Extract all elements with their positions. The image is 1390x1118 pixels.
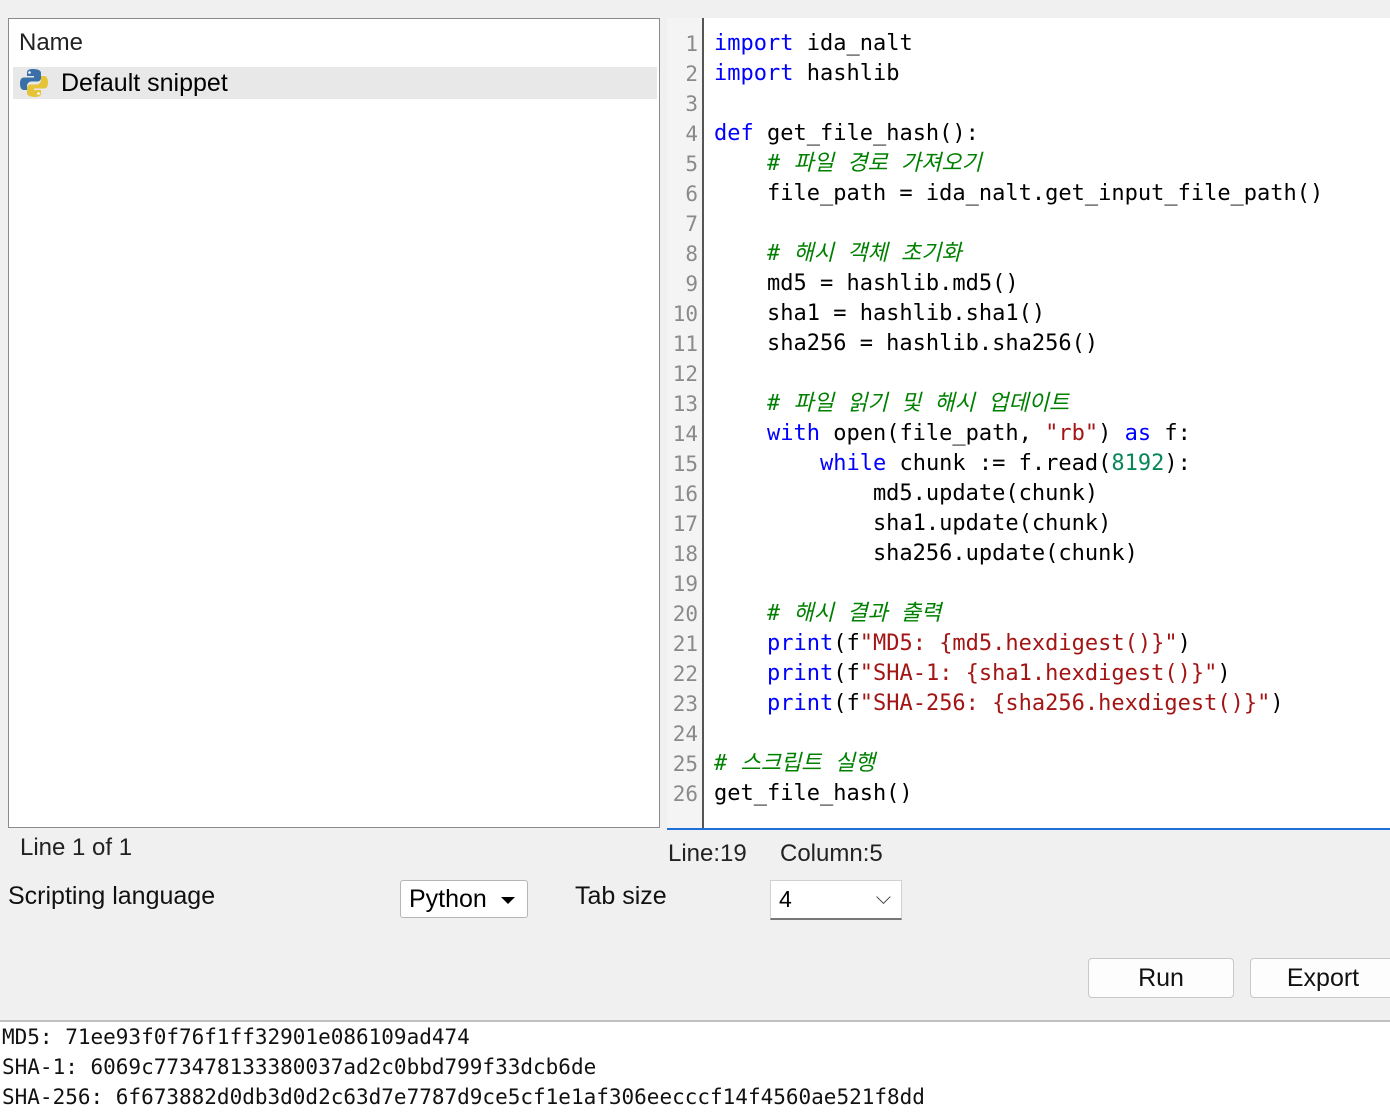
snippet-list-status: Line 1 of 1 [20,834,133,861]
code-line[interactable]: sha256 = hashlib.sha256() [714,329,1098,359]
line-number: 24 [672,722,698,746]
line-number: 13 [672,392,698,416]
tab-size-value: 4 [779,886,792,912]
line-number: 5 [685,152,698,176]
line-number: 11 [672,332,698,356]
line-number: 15 [672,452,698,476]
code-line[interactable]: get_file_hash() [714,779,913,809]
output-md5: MD5: 71ee93f0f76f1ff32901e086109ad474 [2,1025,470,1049]
cursor-column-status: Column:5 [780,840,883,867]
code-line[interactable]: print(f"SHA-1: {sha1.hexdigest()}") [714,659,1231,689]
line-number: 25 [672,752,698,776]
snippet-name: Default snippet [61,69,228,97]
output-sha1: SHA-1: 6069c773478133380037ad2c0bbd799f3… [2,1055,597,1079]
code-line[interactable]: md5 = hashlib.md5() [714,269,1019,299]
line-number: 6 [685,182,698,206]
line-number: 4 [685,122,698,146]
code-line[interactable]: file_path = ida_nalt.get_input_file_path… [714,179,1323,209]
line-number: 2 [685,62,698,86]
python-icon [20,69,48,97]
name-column-header[interactable]: Name [19,29,83,57]
line-number: 16 [672,482,698,506]
code-line[interactable]: while chunk := f.read(8192): [714,449,1191,479]
code-line[interactable]: with open(file_path, "rb") as f: [714,419,1191,449]
code-line[interactable]: import ida_nalt [714,29,913,59]
scripting-language-label: Scripting language [8,882,216,910]
scripting-language-value: Python [409,885,487,913]
code-line[interactable]: sha1.update(chunk) [714,509,1111,539]
dropdown-arrow-icon [501,897,515,904]
line-number: 22 [672,662,698,686]
line-number: 12 [672,362,698,386]
run-button[interactable]: Run [1088,958,1234,998]
line-number: 26 [672,782,698,806]
output-console[interactable]: MD5: 71ee93f0f76f1ff32901e086109ad474 SH… [0,1020,1390,1118]
line-number: 14 [672,422,698,446]
code-line[interactable]: # 파일 경로 가져오기 [714,149,982,179]
code-line[interactable]: # 해시 결과 출력 [714,599,941,629]
line-number: 9 [685,272,698,296]
snippet-list[interactable]: Name Default snippet [8,18,660,828]
code-line[interactable]: def get_file_hash(): [714,119,979,149]
tab-size-label: Tab size [575,882,667,910]
chevron-down-icon: ⌵ [875,887,891,909]
line-number: 3 [685,92,698,116]
line-number: 1 [685,32,698,56]
line-number: 17 [672,512,698,536]
line-number: 7 [685,212,698,236]
code-line[interactable]: md5.update(chunk) [714,479,1098,509]
code-editor[interactable]: 1 2 3 4 5 6 7 8 9 10 11 12 13 14 15 16 1… [667,18,1390,830]
line-number: 8 [685,242,698,266]
code-line[interactable]: # 파일 읽기 및 해시 업데이트 [714,389,1069,419]
export-button[interactable]: Export [1250,958,1390,998]
line-number: 21 [672,632,698,656]
line-number: 20 [672,602,698,626]
scripting-language-select[interactable]: Python [400,880,528,918]
line-number-gutter: 1 2 3 4 5 6 7 8 9 10 11 12 13 14 15 16 1… [667,18,704,828]
code-line[interactable]: sha1 = hashlib.sha1() [714,299,1045,329]
line-number: 19 [672,572,698,596]
code-line[interactable]: sha256.update(chunk) [714,539,1138,569]
cursor-line-status: Line:19 [668,840,747,867]
code-line[interactable]: print(f"MD5: {md5.hexdigest()}") [714,629,1191,659]
tab-size-select[interactable]: 4 ⌵ [770,880,902,920]
code-line[interactable]: import hashlib [714,59,899,89]
code-line[interactable]: # 해시 객체 초기화 [714,239,962,269]
output-sha256: SHA-256: 6f673882d0db3d0d2c63d7e7787d9ce… [2,1085,925,1109]
line-number: 10 [672,302,698,326]
code-line[interactable]: # 스크립트 실행 [714,749,875,779]
line-number: 18 [672,542,698,566]
snippet-list-item[interactable]: Default snippet [13,67,657,99]
code-line[interactable]: print(f"SHA-256: {sha256.hexdigest()}") [714,689,1284,719]
line-number: 23 [672,692,698,716]
